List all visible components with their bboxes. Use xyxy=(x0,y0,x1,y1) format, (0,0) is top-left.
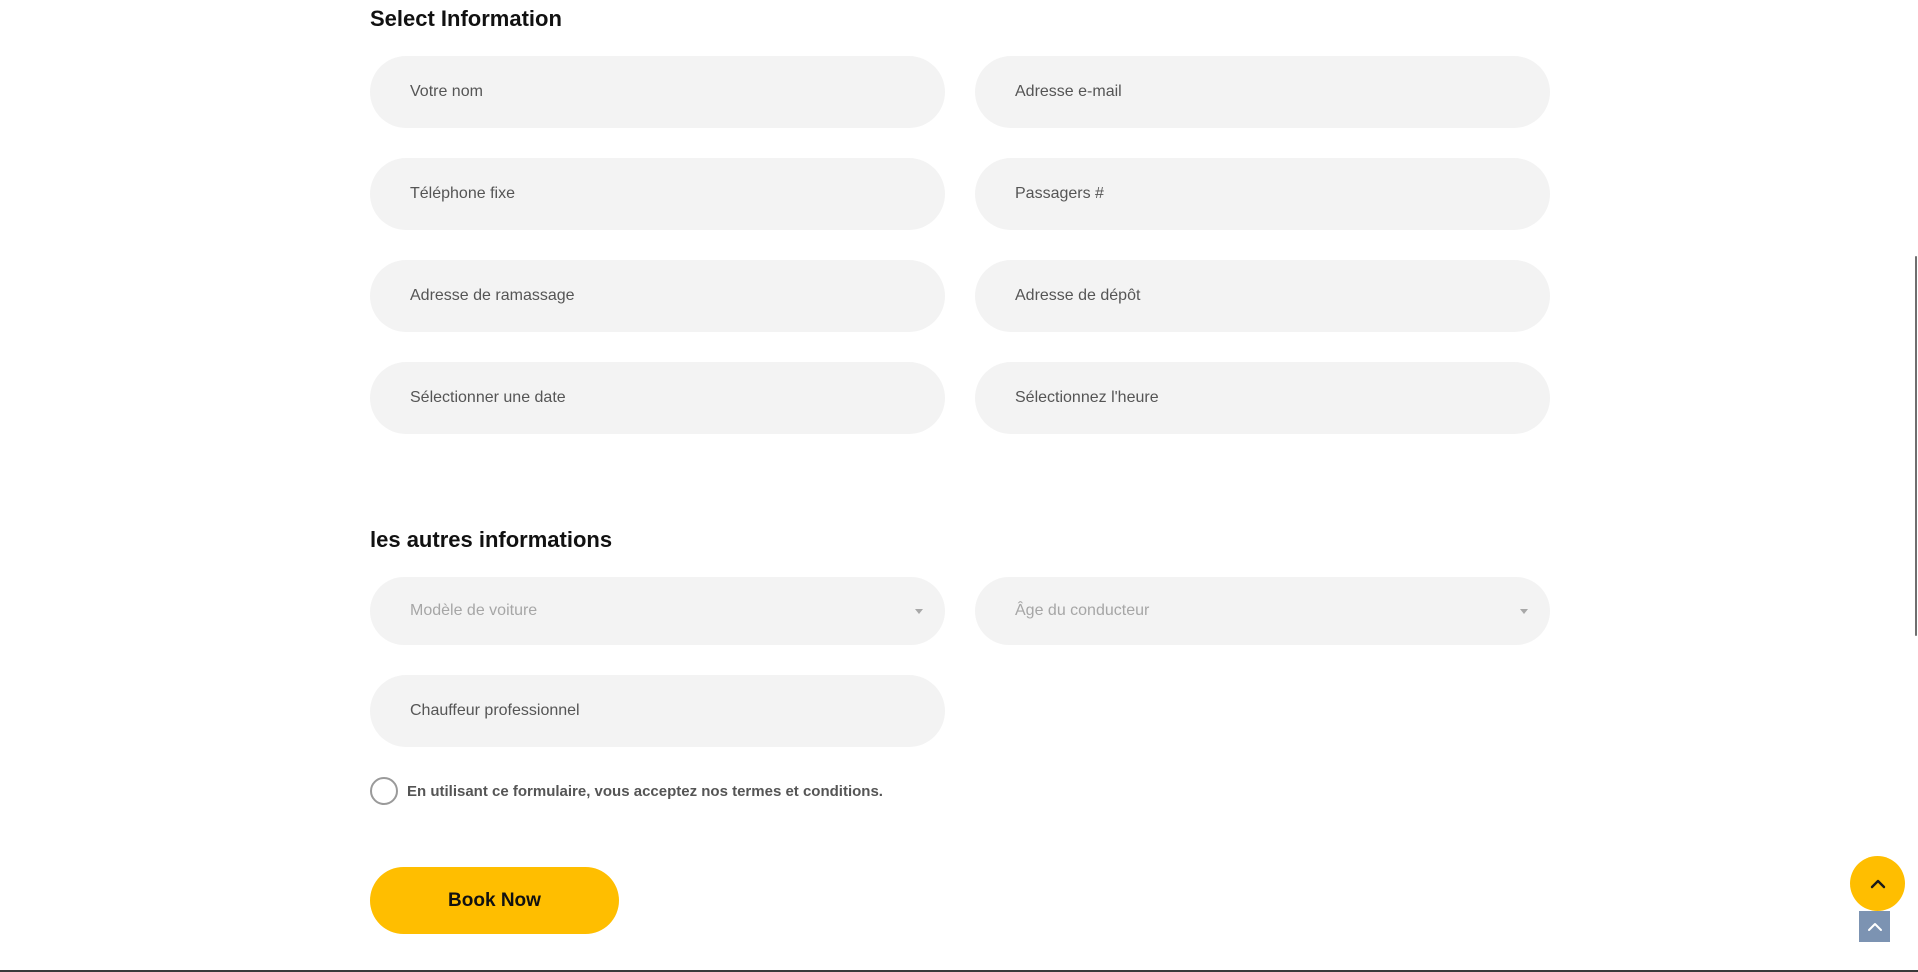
passengers-input[interactable] xyxy=(975,158,1550,230)
dropoff-address-input[interactable] xyxy=(975,260,1550,332)
name-input[interactable] xyxy=(370,56,945,128)
chevron-up-icon xyxy=(1867,922,1882,931)
terms-row: En utilisant ce formulaire, vous accepte… xyxy=(370,777,883,805)
caret-down-icon xyxy=(915,608,923,614)
terms-radio[interactable] xyxy=(370,777,398,805)
chauffeur-input[interactable] xyxy=(370,675,945,747)
phone-input[interactable] xyxy=(370,158,945,230)
chevron-up-icon xyxy=(1870,879,1885,888)
section-title-select-information: Select Information xyxy=(370,6,562,31)
email-input[interactable] xyxy=(975,56,1550,128)
time-input[interactable] xyxy=(975,362,1550,434)
car-model-select-value: Modèle de voiture xyxy=(410,602,538,619)
back-to-top-button[interactable] xyxy=(1859,911,1890,942)
caret-down-icon xyxy=(1520,608,1528,614)
driver-age-select[interactable]: Âge du conducteur xyxy=(975,577,1550,645)
book-now-button[interactable]: Book Now xyxy=(370,867,619,934)
car-model-select[interactable]: Modèle de voiture xyxy=(370,577,945,645)
pickup-address-input[interactable] xyxy=(370,260,945,332)
date-input[interactable] xyxy=(370,362,945,434)
driver-age-select-value: Âge du conducteur xyxy=(1015,602,1150,619)
section-title-other-information: les autres informations xyxy=(370,527,613,552)
scrollbar-thumb[interactable] xyxy=(1915,256,1917,636)
terms-label: En utilisant ce formulaire, vous accepte… xyxy=(407,782,883,800)
scroll-top-button[interactable] xyxy=(1850,856,1905,911)
